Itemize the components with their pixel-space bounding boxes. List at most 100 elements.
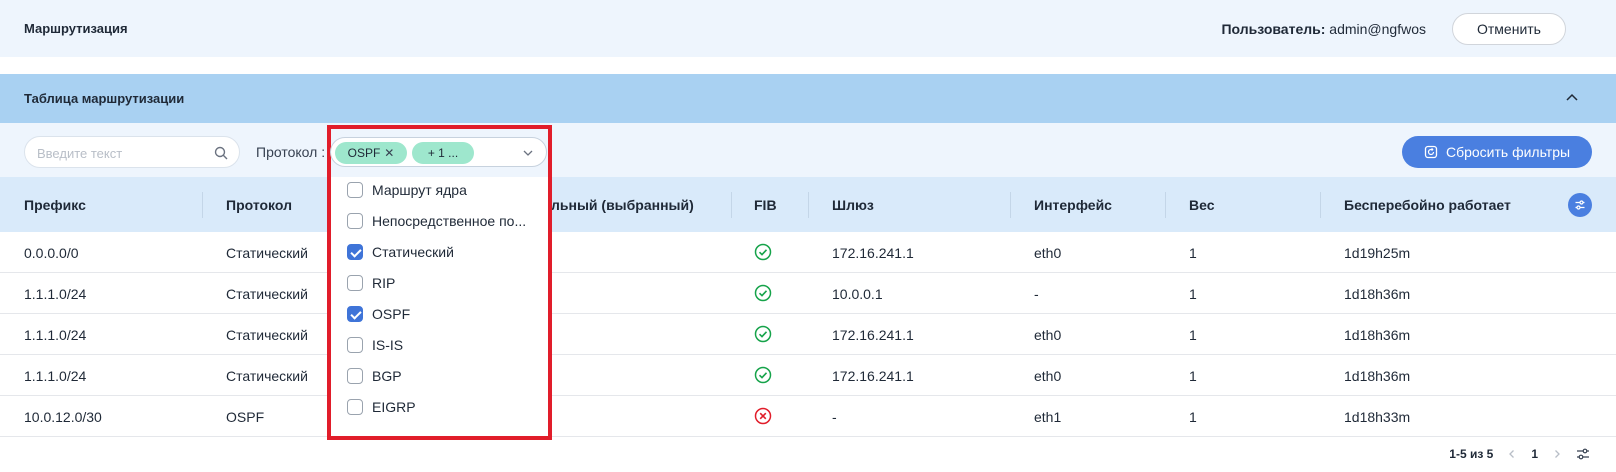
fib-ok-icon bbox=[754, 366, 772, 384]
cell-prefix: 1.1.1.0/24 bbox=[24, 327, 87, 343]
checkbox[interactable] bbox=[347, 399, 363, 415]
fib-ok-icon bbox=[754, 243, 772, 261]
checkbox-checked[interactable] bbox=[347, 244, 363, 260]
fib-ok-icon bbox=[754, 284, 772, 302]
protocol-dropdown-highlight: Маршрут ядра Непосредственное по... Стат… bbox=[327, 125, 552, 440]
cell-weight: 1 bbox=[1189, 409, 1197, 425]
table-row[interactable]: 10.0.12.0/30 OSPF - eth1 1 1d18h33m bbox=[0, 396, 1616, 437]
reset-filters-button[interactable]: Сбросить фильтры bbox=[1402, 136, 1592, 168]
column-divider bbox=[1320, 192, 1321, 218]
option-label: Непосредственное по... bbox=[372, 213, 527, 229]
checkbox[interactable] bbox=[347, 182, 363, 198]
checkbox[interactable] bbox=[347, 337, 363, 353]
column-header-weight[interactable]: Вес bbox=[1189, 197, 1215, 213]
chevron-up-icon[interactable] bbox=[1564, 90, 1580, 106]
protocol-select[interactable]: OSPF ✕ + 1 ... bbox=[330, 137, 547, 167]
protocol-option-eigrp[interactable]: EIGRP bbox=[347, 397, 416, 417]
cell-weight: 1 bbox=[1189, 286, 1197, 302]
reset-icon bbox=[1424, 145, 1438, 159]
cell-gateway: 10.0.0.1 bbox=[832, 286, 883, 302]
cell-gateway: 172.16.241.1 bbox=[832, 327, 914, 343]
protocol-options-list: Маршрут ядра Непосредственное по... Стат… bbox=[331, 177, 548, 436]
protocol-option-connected[interactable]: Непосредственное по... bbox=[347, 211, 526, 231]
table-header: Префикс Протокол льный (выбранный) FIB Ш… bbox=[0, 177, 1616, 232]
search-icon[interactable] bbox=[213, 145, 229, 161]
column-header-interface[interactable]: Интерфейс bbox=[1034, 197, 1112, 213]
column-header-selected[interactable]: льный (выбранный) bbox=[551, 197, 694, 213]
cell-prefix: 0.0.0.0/0 bbox=[24, 245, 79, 261]
cell-uptime: 1d18h36m bbox=[1344, 368, 1411, 384]
protocol-option-rip[interactable]: RIP bbox=[347, 273, 395, 293]
cell-interface: - bbox=[1034, 286, 1039, 302]
checkbox[interactable] bbox=[347, 368, 363, 384]
table-row[interactable]: 1.1.1.0/24 Статический 172.16.241.1 eth0… bbox=[0, 355, 1616, 396]
cell-protocol: Статический bbox=[226, 245, 308, 261]
top-bar: Маршрутизация Пользователь: admin@ngfwos… bbox=[0, 0, 1616, 57]
search-input[interactable] bbox=[37, 144, 207, 162]
remove-tag-icon[interactable]: ✕ bbox=[384, 146, 394, 160]
cell-protocol: OSPF bbox=[226, 409, 265, 425]
column-header-gateway[interactable]: Шлюз bbox=[832, 197, 874, 213]
search-box bbox=[24, 136, 240, 168]
chevron-right-icon[interactable] bbox=[1552, 449, 1562, 459]
protocol-option-kernel[interactable]: Маршрут ядра bbox=[347, 180, 467, 200]
pagination: 1-5 из 5 1 bbox=[1449, 446, 1590, 462]
cell-interface: eth1 bbox=[1034, 409, 1062, 425]
fib-error-icon bbox=[754, 407, 772, 425]
column-header-protocol[interactable]: Протокол bbox=[226, 197, 292, 213]
reset-filters-label: Сбросить фильтры bbox=[1445, 144, 1571, 160]
current-page[interactable]: 1 bbox=[1531, 447, 1538, 461]
cell-weight: 1 bbox=[1189, 245, 1197, 261]
selected-protocol-tag-label: OSPF bbox=[347, 146, 381, 160]
table-row[interactable]: 1.1.1.0/24 Статический 172.16.241.1 eth0… bbox=[0, 314, 1616, 355]
sliders-icon bbox=[1575, 200, 1585, 210]
option-label: IS-IS bbox=[372, 337, 404, 353]
cell-interface: eth0 bbox=[1034, 368, 1062, 384]
protocol-option-static[interactable]: Статический bbox=[347, 242, 454, 262]
fib-ok-icon bbox=[754, 325, 772, 343]
protocol-option-isis[interactable]: IS-IS bbox=[347, 335, 403, 355]
cell-weight: 1 bbox=[1189, 368, 1197, 384]
option-label: RIP bbox=[372, 275, 396, 291]
panel-title: Таблица маршрутизации bbox=[24, 91, 185, 106]
column-divider bbox=[1165, 192, 1166, 218]
routing-table-panel-header[interactable]: Таблица маршрутизации bbox=[0, 74, 1616, 123]
chevron-down-icon[interactable] bbox=[522, 147, 534, 159]
column-divider bbox=[731, 192, 732, 218]
column-divider bbox=[1010, 192, 1011, 218]
column-header-prefix[interactable]: Префикс bbox=[24, 197, 86, 213]
column-settings-button[interactable] bbox=[1568, 193, 1592, 217]
column-divider bbox=[808, 192, 809, 218]
cell-uptime: 1d18h36m bbox=[1344, 327, 1411, 343]
cell-protocol: Статический bbox=[226, 368, 308, 384]
cell-weight: 1 bbox=[1189, 327, 1197, 343]
cell-uptime: 1d19h25m bbox=[1344, 245, 1411, 261]
cell-protocol: Статический bbox=[226, 327, 308, 343]
chevron-left-icon[interactable] bbox=[1507, 449, 1517, 459]
protocol-option-bgp[interactable]: BGP bbox=[347, 366, 402, 386]
current-user: Пользователь: admin@ngfwos bbox=[1221, 21, 1426, 37]
filter-bar: Протокол : bbox=[0, 123, 1616, 177]
cell-gateway: 172.16.241.1 bbox=[832, 368, 914, 384]
page-title: Маршрутизация bbox=[24, 21, 128, 36]
option-label: EIGRP bbox=[372, 399, 416, 415]
table-row[interactable]: 1.1.1.0/24 Статический 10.0.0.1 - 1 1d18… bbox=[0, 273, 1616, 314]
page-settings-icon[interactable] bbox=[1576, 447, 1590, 461]
column-header-fib[interactable]: FIB bbox=[754, 197, 777, 213]
more-tags-badge: + 1 ... bbox=[412, 142, 474, 164]
cell-interface: eth0 bbox=[1034, 327, 1062, 343]
cell-uptime: 1d18h33m bbox=[1344, 409, 1411, 425]
cell-prefix: 1.1.1.0/24 bbox=[24, 286, 87, 302]
user-value: admin@ngfwos bbox=[1329, 21, 1426, 37]
table-row[interactable]: 0.0.0.0/0 Статический 172.16.241.1 eth0 … bbox=[0, 232, 1616, 273]
checkbox[interactable] bbox=[347, 213, 363, 229]
checkbox[interactable] bbox=[347, 275, 363, 291]
protocol-option-ospf[interactable]: OSPF bbox=[347, 304, 410, 324]
option-label: OSPF bbox=[372, 306, 411, 322]
column-header-uptime[interactable]: Бесперебойно работает bbox=[1344, 197, 1511, 213]
cell-gateway: 172.16.241.1 bbox=[832, 245, 914, 261]
checkbox-checked[interactable] bbox=[347, 306, 363, 322]
pagination-count: 1-5 из 5 bbox=[1449, 447, 1494, 461]
cancel-button[interactable]: Отменить bbox=[1452, 13, 1566, 45]
cell-protocol: Статический bbox=[226, 286, 308, 302]
